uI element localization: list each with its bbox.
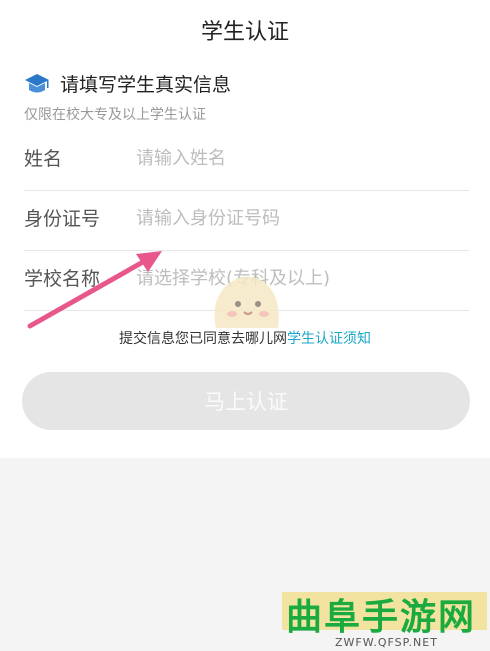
agreement-link[interactable]: 学生认证须知 xyxy=(287,331,371,347)
page-title: 学生认证 xyxy=(200,20,289,45)
name-label: 姓名 xyxy=(24,148,63,170)
id-number-row: 身份证号 xyxy=(24,190,469,251)
id-number-input[interactable] xyxy=(136,200,456,236)
school-select[interactable] xyxy=(136,260,456,296)
intro-heading-row: 请填写学生真实信息 xyxy=(24,70,231,97)
mascot-watermark-icon xyxy=(214,276,279,328)
auth-card: 学生认证 请填写学生真实信息 仅限在校大专及以上学生认证 姓名 身份证号 学校名… xyxy=(0,0,490,458)
watermark-text: 曲阜手游网 xyxy=(286,597,477,638)
intro-heading: 请填写学生真实信息 xyxy=(60,74,232,96)
graduation-cap-icon xyxy=(25,73,49,92)
name-input[interactable] xyxy=(136,140,456,176)
name-row: 姓名 xyxy=(24,130,469,191)
watermark-url: ZWFW.QFSP.NET xyxy=(335,636,438,649)
submit-button[interactable]: 马上认证 xyxy=(22,372,470,430)
school-label: 学校名称 xyxy=(24,268,101,290)
eligibility-note: 仅限在校大专及以上学生认证 xyxy=(24,107,206,123)
id-number-label: 身份证号 xyxy=(24,208,101,230)
